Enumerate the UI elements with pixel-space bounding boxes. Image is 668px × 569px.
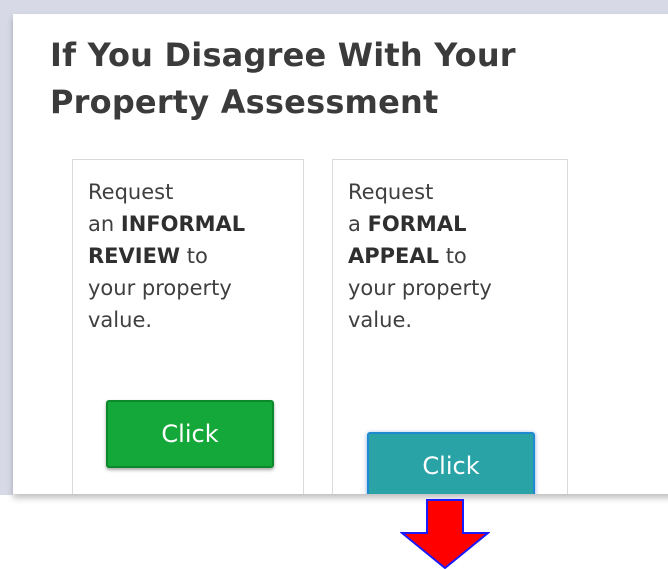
informal-review-description: Request an INFORMAL REVIEW to your prope… [88, 176, 300, 336]
background-top-strip [0, 0, 668, 14]
card-text-bold-2: APPEAL [348, 244, 440, 268]
informal-review-card: Request an INFORMAL REVIEW to your prope… [72, 159, 304, 494]
card-text-rest-2: value. [348, 308, 413, 332]
disagree-panel: If You Disagree With Your Property Assess… [13, 14, 668, 494]
card-text-prefix: Request [88, 180, 174, 204]
card-text-bold-1: INFORMAL [120, 212, 246, 236]
card-text-rest-2: value. [88, 308, 153, 332]
heading-line-2: Property Assessment [50, 83, 439, 121]
card-text-to: to [445, 244, 467, 268]
formal-appeal-card: Request a FORMAL APPEAL to your property… [332, 159, 568, 494]
formal-appeal-click-button[interactable]: Click [367, 432, 535, 494]
screenshot-stage: If You Disagree With Your Property Assess… [0, 0, 668, 569]
card-text-rest-1: your property [88, 276, 232, 300]
card-text-prefix: Request [348, 180, 434, 204]
heading-line-1: If You Disagree With Your [50, 36, 516, 74]
red-down-arrow-icon [400, 499, 490, 569]
background-left-strip [0, 0, 13, 495]
card-text-article: a [348, 212, 361, 236]
card-text-bold-1: FORMAL [367, 212, 467, 236]
card-text-bold-2: REVIEW [88, 244, 181, 268]
panel-heading: If You Disagree With Your Property Assess… [50, 32, 610, 126]
card-text-to: to [186, 244, 208, 268]
card-text-article: an [88, 212, 115, 236]
formal-appeal-description: Request a FORMAL APPEAL to your property… [348, 176, 560, 336]
card-text-rest-1: your property [348, 276, 492, 300]
informal-review-click-button[interactable]: Click [106, 400, 274, 468]
